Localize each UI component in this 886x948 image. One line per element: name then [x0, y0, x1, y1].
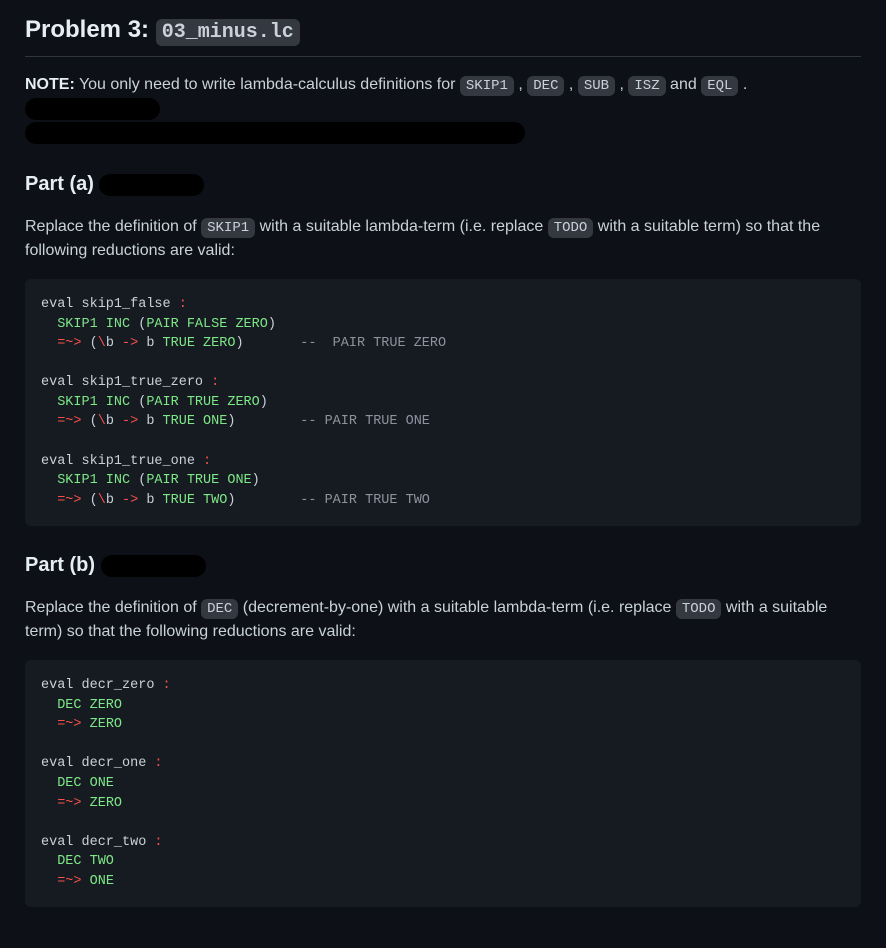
part-b-paragraph: Replace the definition of DEC (decrement…: [25, 596, 861, 644]
part-b-code-todo: TODO: [676, 599, 722, 619]
note-text: You only need to write lambda-calculus d…: [75, 76, 460, 93]
problem-label: Problem 3:: [25, 16, 149, 43]
note-id-isz: ISZ: [628, 76, 665, 96]
part-a-heading: Part (a): [25, 169, 861, 199]
part-b-codeblock: eval decr_zero : DEC ZERO =~> ZERO eval …: [25, 660, 861, 907]
note-id-skip1: SKIP1: [460, 76, 514, 96]
problem-heading: Problem 3: 03_minus.lc: [25, 12, 861, 57]
part-b-code-dec: DEC: [201, 599, 238, 619]
part-a-code-todo: TODO: [548, 218, 594, 238]
problem-filename: 03_minus.lc: [156, 19, 300, 46]
note-paragraph: NOTE: You only need to write lambda-calc…: [25, 73, 861, 145]
part-a-paragraph: Replace the definition of SKIP1 with a s…: [25, 215, 861, 263]
redaction: [99, 174, 204, 196]
part-b-heading: Part (b): [25, 550, 861, 580]
redaction: [101, 555, 206, 577]
redaction: [25, 98, 160, 120]
note-id-eql: EQL: [701, 76, 738, 96]
document-root: Problem 3: 03_minus.lc NOTE: You only ne…: [0, 12, 886, 948]
note-id-sub: SUB: [578, 76, 615, 96]
note-id-dec: DEC: [527, 76, 564, 96]
part-a-code-skip1: SKIP1: [201, 218, 255, 238]
note-label: NOTE:: [25, 76, 75, 93]
part-a-codeblock: eval skip1_false : SKIP1 INC (PAIR FALSE…: [25, 279, 861, 526]
redaction: [25, 122, 525, 144]
